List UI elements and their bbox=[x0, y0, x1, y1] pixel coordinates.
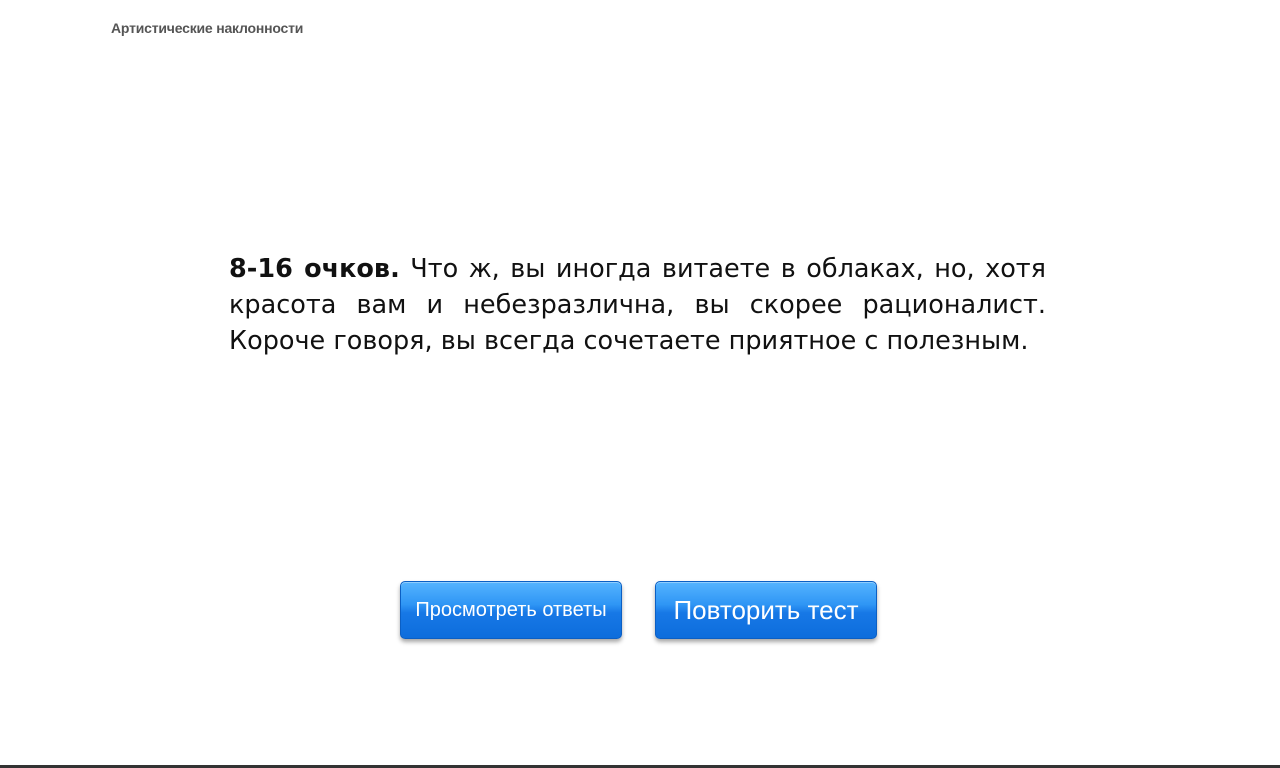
view-answers-button[interactable]: Просмотреть ответы bbox=[400, 581, 622, 639]
retry-test-label: Повторить тест bbox=[673, 595, 859, 625]
result-text: 8-16 очков. Что ж, вы иногда витаете в о… bbox=[229, 251, 1046, 359]
retry-test-button[interactable]: Повторить тест bbox=[655, 581, 877, 639]
score-label: 8-16 очков. bbox=[229, 254, 400, 284]
page-title: Артистические наклонности bbox=[111, 20, 304, 36]
view-answers-label: Просмотреть ответы bbox=[415, 598, 607, 621]
